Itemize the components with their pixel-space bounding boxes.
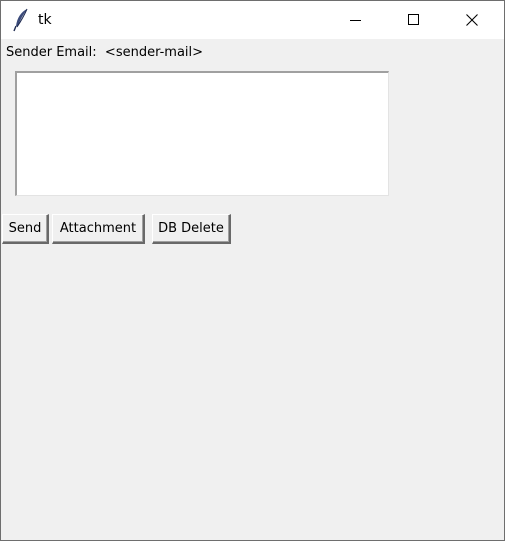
window-title: tk [38, 12, 52, 28]
send-button[interactable]: Send [2, 214, 49, 244]
title-bar[interactable]: tk [1, 1, 504, 39]
app-window: tk Sender Email: <sender-mail> Send Atta… [0, 0, 505, 541]
tk-feather-icon [13, 8, 29, 32]
db-delete-button[interactable]: DB Delete [152, 214, 231, 244]
close-button[interactable] [443, 1, 501, 39]
sender-email-label: Sender Email: <sender-mail> [6, 45, 204, 60]
minimize-button[interactable] [327, 1, 385, 39]
attachment-button[interactable]: Attachment [52, 214, 145, 244]
message-textbox[interactable] [15, 71, 389, 196]
maximize-button[interactable] [385, 1, 443, 39]
